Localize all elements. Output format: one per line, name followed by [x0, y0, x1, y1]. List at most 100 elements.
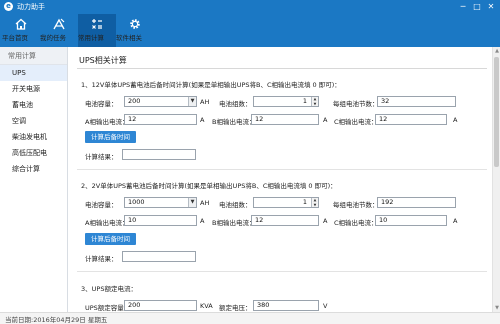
main-toolbar: 平台首页 我的任务 常用计算 软件相关 [0, 14, 500, 47]
s3-capacity-value: 200 [128, 301, 141, 309]
s1-cells-label: 每组电池节数： [333, 100, 379, 108]
s1-capacity-label: 电池容量： [85, 100, 118, 108]
s2-capacity-unit: AH [200, 199, 210, 207]
sidebar-item-switching-power[interactable]: 开关电源 [0, 81, 67, 97]
s1-b-value: 12 [255, 115, 264, 123]
sidebar: 常用计算 UPS 开关电源 蓄电池 空调 柴油发电机 高低压配电 综合计算 [0, 47, 68, 312]
s3-voltage-value: 380 [257, 301, 270, 309]
scrollbar-thumb[interactable] [494, 57, 499, 167]
sidebar-item-ups[interactable]: UPS [0, 65, 67, 81]
s2-cells-input[interactable]: 192 [377, 197, 456, 208]
home-icon [15, 18, 27, 30]
s1-calculate-button[interactable]: 计算后备时间 [85, 131, 136, 143]
close-button[interactable]: ✕ [484, 0, 498, 14]
s3-voltage-input[interactable]: 380 [253, 300, 319, 311]
s2-a-label: A相输出电流： [85, 219, 129, 227]
s2-b-unit: A [323, 217, 328, 225]
minimize-button[interactable]: ─ [456, 0, 470, 14]
s1-a-value: 12 [128, 115, 137, 123]
section-divider [77, 271, 487, 272]
sidebar-item-diesel-generator[interactable]: 柴油发电机 [0, 129, 67, 145]
s1-c-value: 12 [379, 115, 388, 123]
s1-c-unit: A [453, 116, 458, 124]
s2-b-value: 12 [255, 216, 264, 224]
s1-result-field[interactable] [122, 149, 196, 160]
page-title: UPS相关计算 [79, 56, 127, 65]
status-bar: 当前日期:2016年04月29日 星期五 [0, 312, 500, 324]
scroll-up-icon[interactable]: ▲ [493, 47, 500, 55]
status-date: 当前日期:2016年04月29日 星期五 [5, 316, 108, 324]
s1-result-label: 计算结果： [85, 153, 118, 161]
s1-b-unit: A [323, 116, 328, 124]
sidebar-item-battery[interactable]: 蓄电池 [0, 97, 67, 113]
s1-c-label: C相输出电流： [334, 118, 378, 126]
s2-groups-value: 1 [302, 198, 307, 206]
s1-a-input[interactable]: 12 [124, 114, 197, 125]
s2-a-unit: A [200, 217, 205, 225]
s1-cells-input[interactable]: 32 [377, 96, 456, 107]
s2-capacity-select[interactable]: 1000 ▼ [124, 197, 197, 208]
s2-a-value: 10 [128, 216, 137, 224]
s1-capacity-select[interactable]: 200 ▼ [124, 96, 197, 107]
s3-capacity-input[interactable]: 200 [124, 300, 197, 311]
window-controls: ─ □ ✕ [456, 0, 498, 14]
section3-title: 3、UPS额定电流： [81, 285, 137, 293]
s2-cells-label: 每组电池节数： [333, 201, 379, 209]
calculator-icon [92, 19, 102, 29]
s2-c-label: C相输出电流： [334, 219, 378, 227]
s2-capacity-label: 电池容量： [85, 201, 118, 209]
s1-a-label: A相输出电流： [85, 118, 129, 126]
toolbar-calculator[interactable]: 常用计算 [78, 14, 116, 47]
section2-title: 2、2V单体UPS蓄电池后备时间计算(如果是单相输出UPS将B、C相输出电流填 … [81, 182, 337, 190]
s1-b-input[interactable]: 12 [251, 114, 319, 125]
sidebar-item-power-distribution[interactable]: 高低压配电 [0, 145, 67, 161]
s3-capacity-unit: KVA [200, 302, 213, 310]
chevron-down-icon: ▼ [188, 97, 196, 106]
maximize-button[interactable]: □ [470, 0, 484, 14]
section1-title: 1、12V单体UPS蓄电池后备时间计算(如果是单相输出UPS将B、C相输出电流填… [81, 81, 341, 89]
s2-c-value: 10 [379, 216, 388, 224]
s1-capacity-unit: AH [200, 98, 210, 106]
toolbar-home-label: 平台首页 [2, 34, 28, 42]
s2-b-label: B相输出电流： [212, 219, 256, 227]
toolbar-tasks-label: 我的任务 [40, 34, 66, 42]
window-title: 动力助手 [17, 3, 45, 11]
s3-voltage-unit: V [323, 302, 328, 310]
s2-groups-stepper[interactable]: 1 ▲ ▼ [253, 197, 319, 208]
toolbar-software-label: 软件相关 [116, 34, 142, 42]
s1-a-unit: A [200, 116, 205, 124]
scroll-down-icon[interactable]: ▼ [493, 304, 500, 312]
spinner-arrows-icon[interactable]: ▲ ▼ [311, 97, 318, 106]
vertical-scrollbar[interactable]: ▲ ▼ [492, 47, 500, 312]
spinner-arrows-icon[interactable]: ▲ ▼ [311, 198, 318, 207]
sidebar-item-air-conditioning[interactable]: 空调 [0, 113, 67, 129]
task-icon [53, 18, 65, 30]
s2-groups-label: 电池组数： [219, 201, 252, 209]
s1-b-label: B相输出电流： [212, 118, 256, 126]
s2-calculate-button[interactable]: 计算后备时间 [85, 233, 136, 245]
s2-result-label: 计算结果： [85, 255, 118, 263]
s2-c-input[interactable]: 10 [375, 215, 447, 226]
s1-c-input[interactable]: 12 [375, 114, 447, 125]
section-divider [77, 169, 487, 170]
title-bar: e 动力助手 ─ □ ✕ [0, 0, 500, 14]
s2-result-field[interactable] [122, 251, 196, 262]
s1-groups-label: 电池组数： [219, 100, 252, 108]
chevron-down-icon: ▼ [188, 198, 196, 207]
s2-a-input[interactable]: 10 [124, 215, 197, 226]
sidebar-item-comprehensive[interactable]: 综合计算 [0, 161, 67, 177]
s1-groups-stepper[interactable]: 1 ▲ ▼ [253, 96, 319, 107]
app-logo-icon: e [4, 2, 13, 11]
s1-capacity-value: 200 [128, 97, 141, 105]
title-divider [77, 68, 487, 69]
s3-voltage-label: 额定电压： [219, 304, 252, 312]
gear-icon [130, 19, 140, 29]
toolbar-tasks[interactable]: 我的任务 [40, 14, 78, 47]
s1-groups-value: 1 [302, 97, 307, 105]
toolbar-home[interactable]: 平台首页 [2, 14, 40, 47]
s2-b-input[interactable]: 12 [251, 215, 319, 226]
toolbar-software[interactable]: 软件相关 [116, 14, 154, 47]
sidebar-header: 常用计算 [0, 47, 67, 65]
main-content: UPS相关计算 1、12V单体UPS蓄电池后备时间计算(如果是单相输出UPS将B… [69, 47, 492, 312]
s1-cells-value: 32 [381, 97, 390, 105]
